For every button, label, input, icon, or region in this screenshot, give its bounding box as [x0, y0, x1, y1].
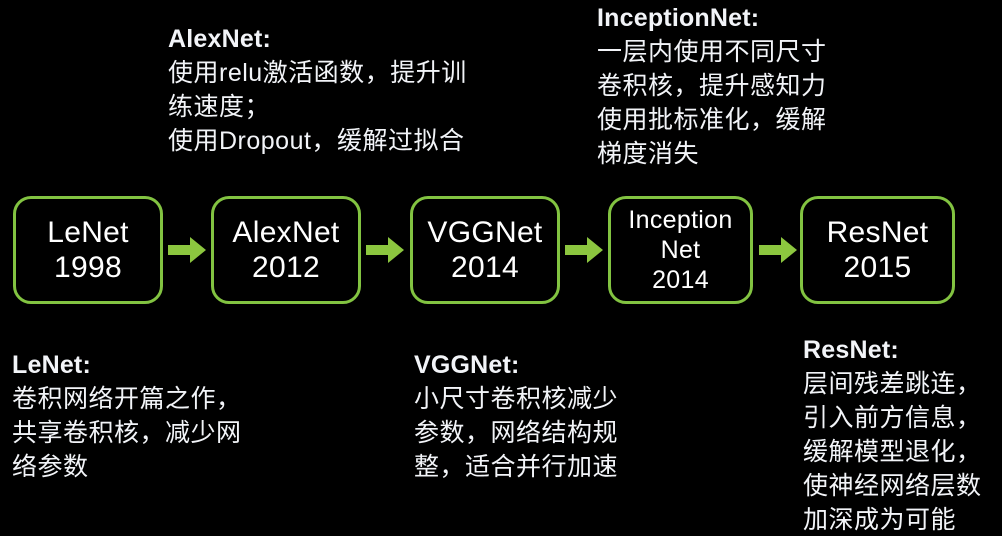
flow-box-lenet-line-2: 1998	[54, 251, 122, 284]
annotation-alexnet-title: AlexNet:	[168, 25, 272, 53]
right-arrow-icon	[366, 237, 404, 263]
right-arrow-icon	[759, 237, 797, 263]
annotation-vggnet-line-2: 参数，网络结构规	[414, 419, 619, 447]
annotation-inceptionnet: InceptionNet: 一层内使用不同尺寸 卷积核，提升感知力 使用批标准化…	[597, 1, 827, 171]
right-arrow-icon	[565, 237, 603, 263]
annotation-inceptionnet-line-4: 梯度消失	[597, 140, 700, 168]
annotation-alexnet: AlexNet: 使用relu激活函数，提升训 练速度； 使用Dropout，缓…	[168, 22, 467, 158]
flow-box-inceptionnet-line-1: Inception	[628, 206, 733, 234]
flow-box-vggnet-line-1: VGGNet	[427, 216, 543, 249]
diagram-canvas: AlexNet: 使用relu激活函数，提升训 练速度； 使用Dropout，缓…	[0, 0, 1002, 536]
annotation-inceptionnet-line-1: 一层内使用不同尺寸	[597, 38, 827, 66]
annotation-vggnet-line-1: 小尺寸卷积核减少	[414, 385, 619, 413]
annotation-vggnet-line-3: 整，适合并行加速	[414, 453, 619, 481]
flow-box-resnet-line-2: 2015	[843, 251, 912, 284]
flow-box-inceptionnet[interactable]: Inception Net 2014	[608, 196, 753, 304]
annotation-vggnet-title: VGGNet:	[414, 351, 520, 379]
annotation-inceptionnet-title: InceptionNet:	[597, 4, 760, 32]
flow-box-resnet-line-1: ResNet	[826, 216, 929, 249]
flow-box-alexnet[interactable]: AlexNet 2012	[211, 196, 361, 304]
flow-box-vggnet-line-2: 2014	[451, 251, 519, 284]
flow-box-resnet[interactable]: ResNet 2015	[800, 196, 955, 304]
flow-box-vggnet[interactable]: VGGNet 2014	[410, 196, 560, 304]
annotation-lenet-title: LeNet:	[12, 351, 91, 379]
flow-box-alexnet-line-1: AlexNet	[232, 216, 340, 249]
annotation-alexnet-line-3: 使用Dropout，缓解过拟合	[168, 127, 465, 155]
flow-box-inceptionnet-line-2: Net	[660, 236, 701, 264]
flow-box-lenet[interactable]: LeNet 1998	[13, 196, 163, 304]
annotation-alexnet-line-2: 练速度；	[168, 93, 271, 121]
annotation-lenet-line-1: 卷积网络开篇之作，	[12, 385, 242, 413]
flow-box-alexnet-line-2: 2012	[252, 251, 320, 284]
annotation-alexnet-line-1: 使用relu激活函数，提升训	[168, 59, 467, 87]
annotation-resnet-line-2: 引入前方信息，	[803, 404, 982, 432]
annotation-resnet-line-1: 层间残差跳连，	[803, 370, 982, 398]
annotation-inceptionnet-line-2: 卷积核，提升感知力	[597, 72, 827, 100]
annotation-lenet-line-2: 共享卷积核，减少网	[12, 419, 242, 447]
flow-box-inceptionnet-line-3: 2014	[652, 266, 709, 294]
annotation-resnet-line-5: 加深成为可能	[803, 506, 957, 534]
right-arrow-icon	[168, 237, 206, 263]
annotation-resnet: ResNet: 层间残差跳连， 引入前方信息， 缓解模型退化， 使神经网络层数 …	[803, 333, 982, 536]
annotation-resnet-line-3: 缓解模型退化，	[803, 438, 982, 466]
annotation-lenet: LeNet: 卷积网络开篇之作， 共享卷积核，减少网 络参数	[12, 348, 242, 484]
annotation-lenet-line-3: 络参数	[12, 453, 89, 481]
annotation-resnet-title: ResNet:	[803, 336, 899, 364]
annotation-vggnet: VGGNet: 小尺寸卷积核减少 参数，网络结构规 整，适合并行加速	[414, 348, 618, 484]
annotation-resnet-line-4: 使神经网络层数	[803, 472, 982, 500]
annotation-inceptionnet-line-3: 使用批标准化，缓解	[597, 106, 827, 134]
flow-box-lenet-line-1: LeNet	[47, 216, 129, 249]
